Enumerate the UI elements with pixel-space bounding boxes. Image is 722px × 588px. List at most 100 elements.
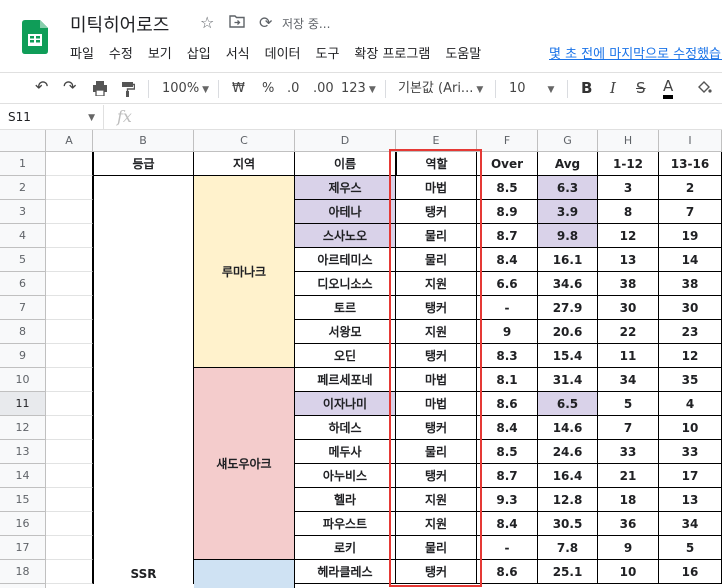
cell-i15[interactable]: 13 (659, 488, 722, 512)
row-header[interactable]: 17 (0, 536, 46, 560)
star-icon[interactable]: ☆ (200, 13, 214, 33)
cell-f14[interactable]: 8.7 (477, 464, 538, 488)
cell-h8[interactable]: 22 (598, 320, 659, 344)
cell-h4[interactable]: 12 (598, 224, 659, 248)
cell-i12[interactable]: 10 (659, 416, 722, 440)
undo-icon[interactable]: ↶ (35, 78, 48, 96)
cell-f2[interactable]: 8.5 (477, 176, 538, 200)
cell-i6[interactable]: 38 (659, 272, 722, 296)
cell-f11[interactable]: 8.6 (477, 392, 538, 416)
cell-h13[interactable]: 33 (598, 440, 659, 464)
cell-e3[interactable]: 탱커 (396, 200, 477, 224)
cell-g2[interactable]: 6.3 (538, 176, 598, 200)
cell-a14[interactable] (46, 464, 93, 488)
cell-h18[interactable]: 10 (598, 560, 659, 584)
row-header[interactable]: 18 (0, 560, 46, 584)
cell-i16[interactable]: 34 (659, 512, 722, 536)
text-color-button[interactable]: A (663, 77, 674, 99)
cell-d11[interactable]: 이자나미 (295, 392, 396, 416)
column-header-a[interactable]: A (46, 130, 93, 152)
cell-h3[interactable]: 8 (598, 200, 659, 224)
cell-i18[interactable]: 16 (659, 560, 722, 584)
row-header[interactable]: 15 (0, 488, 46, 512)
font-family-select[interactable]: 기본값 (Ari... ▼ (398, 80, 483, 99)
cell-e15[interactable]: 지원 (396, 488, 477, 512)
cell-e18[interactable]: 탱커 (396, 560, 477, 584)
print-icon[interactable] (92, 81, 108, 102)
cell-f9[interactable]: 8.3 (477, 344, 538, 368)
cell-a7[interactable] (46, 296, 93, 320)
cell-a15[interactable] (46, 488, 93, 512)
region-cell-3[interactable] (194, 560, 295, 588)
last-edit-link[interactable]: 몇 초 전에 마지막으로 수정했습니다 (549, 43, 722, 62)
cell-i14[interactable]: 17 (659, 464, 722, 488)
column-header-c[interactable]: C (194, 130, 295, 152)
column-header-d[interactable]: D (295, 130, 396, 152)
more-formats-select[interactable]: 123 ▼ (341, 80, 376, 99)
cell-g15[interactable]: 12.8 (538, 488, 598, 512)
cell-f1[interactable]: Over (477, 152, 538, 176)
cell-a9[interactable] (46, 344, 93, 368)
cell-e7[interactable]: 탱커 (396, 296, 477, 320)
cell-a12[interactable] (46, 416, 93, 440)
cell-i17[interactable]: 5 (659, 536, 722, 560)
menu-extensions[interactable]: 확장 프로그램 (354, 43, 430, 63)
cell-f18[interactable]: 8.6 (477, 560, 538, 584)
cell-e5[interactable]: 물리 (396, 248, 477, 272)
row-header[interactable]: 8 (0, 320, 46, 344)
cell-d18[interactable]: 헤라클레스 (295, 560, 396, 584)
row-header[interactable]: 10 (0, 368, 46, 392)
cell-a10[interactable] (46, 368, 93, 392)
cell-g13[interactable]: 24.6 (538, 440, 598, 464)
redo-icon[interactable]: ↷ (63, 78, 76, 96)
move-folder-icon[interactable] (229, 13, 245, 33)
sheets-logo-icon[interactable] (22, 20, 48, 54)
paint-format-icon[interactable] (121, 81, 136, 103)
cell-a6[interactable] (46, 272, 93, 296)
currency-format-button[interactable]: ₩ (232, 80, 245, 98)
cell-i13[interactable]: 33 (659, 440, 722, 464)
cell-e6[interactable]: 지원 (396, 272, 477, 296)
cell-d1[interactable]: 이름 (295, 152, 396, 176)
document-title[interactable]: 미틱히어로즈 (70, 11, 169, 37)
cell-i5[interactable]: 14 (659, 248, 722, 272)
menu-insert[interactable]: 삽입 (187, 43, 211, 63)
cell-e13[interactable]: 물리 (396, 440, 477, 464)
cell-h16[interactable]: 36 (598, 512, 659, 536)
row-header[interactable]: 7 (0, 296, 46, 320)
cell-f16[interactable]: 8.4 (477, 512, 538, 536)
cell-h6[interactable]: 38 (598, 272, 659, 296)
cell-a8[interactable] (46, 320, 93, 344)
cell-h15[interactable]: 18 (598, 488, 659, 512)
cell-a4[interactable] (46, 224, 93, 248)
cell-e10[interactable]: 마법 (396, 368, 477, 392)
cell-i3[interactable]: 7 (659, 200, 722, 224)
cell-c1[interactable]: 지역 (194, 152, 295, 176)
strikethrough-button[interactable]: S (636, 79, 646, 97)
cell-d4[interactable]: 스사노오 (295, 224, 396, 248)
cell-f6[interactable]: 6.6 (477, 272, 538, 296)
cell-a17[interactable] (46, 536, 93, 560)
cell-g18[interactable]: 25.1 (538, 560, 598, 584)
cell-d5[interactable]: 아르테미스 (295, 248, 396, 272)
cell-g7[interactable]: 27.9 (538, 296, 598, 320)
row-header[interactable]: 1 (0, 152, 46, 176)
cell-f12[interactable]: 8.4 (477, 416, 538, 440)
cell-h10[interactable]: 34 (598, 368, 659, 392)
cell-d17[interactable]: 로키 (295, 536, 396, 560)
cell-d12[interactable]: 하데스 (295, 416, 396, 440)
row-header[interactable]: 19 (0, 584, 46, 588)
percent-format-button[interactable]: % (262, 80, 274, 98)
cell-i8[interactable]: 23 (659, 320, 722, 344)
region-cell-2[interactable]: 섀도우아크 (194, 368, 295, 560)
cell-e9[interactable]: 탱커 (396, 344, 477, 368)
cell-g6[interactable]: 34.6 (538, 272, 598, 296)
cell-g4[interactable]: 9.8 (538, 224, 598, 248)
row-header[interactable]: 6 (0, 272, 46, 296)
cell-g11[interactable]: 6.5 (538, 392, 598, 416)
cell-d15[interactable]: 헬라 (295, 488, 396, 512)
cell-a1[interactable] (46, 152, 93, 176)
cell-b-merged[interactable]: SSR (93, 176, 194, 584)
italic-button[interactable]: I (610, 79, 616, 97)
cell-e11[interactable]: 마법 (396, 392, 477, 416)
